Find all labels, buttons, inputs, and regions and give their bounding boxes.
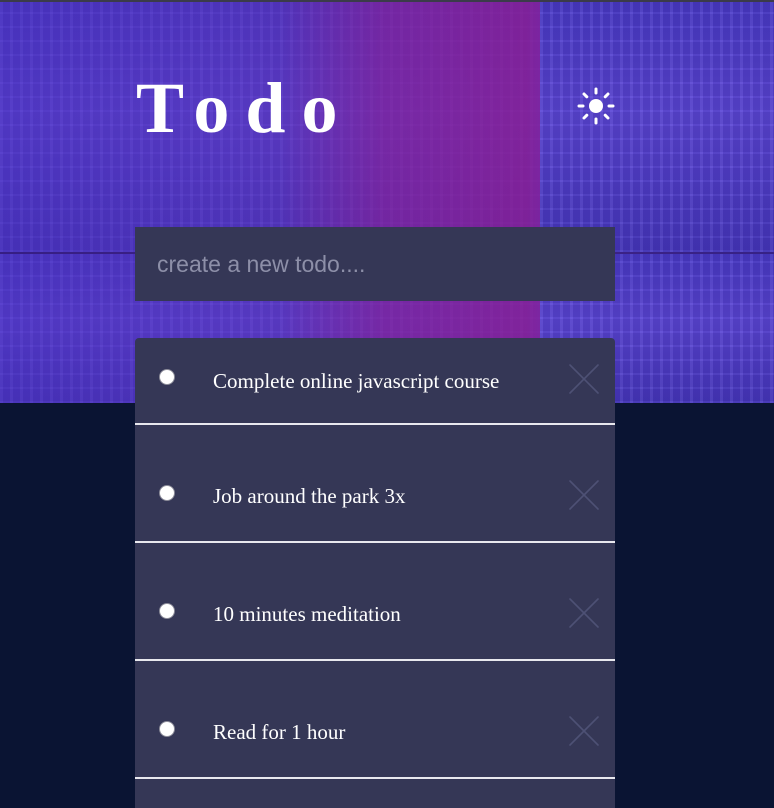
todo-item: Read for 1 hour	[135, 661, 615, 779]
todo-checkbox[interactable]	[159, 603, 175, 619]
new-todo-form	[135, 227, 615, 301]
delete-button[interactable]	[569, 716, 599, 746]
delete-button[interactable]	[569, 480, 599, 510]
delete-button[interactable]	[569, 598, 599, 628]
new-todo-input[interactable]	[135, 227, 615, 301]
todo-text[interactable]: Read for 1 hour	[213, 720, 345, 744]
delete-button[interactable]	[569, 364, 599, 394]
close-icon	[569, 364, 599, 394]
todo-text[interactable]: 10 minutes meditation	[213, 602, 401, 626]
todo-item: Complete online javascript course	[135, 338, 615, 425]
sun-icon	[577, 87, 615, 125]
close-icon	[569, 480, 599, 510]
todo-checkbox[interactable]	[159, 485, 175, 501]
background-tile	[540, 2, 774, 252]
todo-text[interactable]: Complete online javascript course	[213, 369, 499, 393]
theme-toggle-button[interactable]	[576, 86, 616, 126]
close-icon	[569, 716, 599, 746]
todo-item: 10 minutes meditation	[135, 543, 615, 661]
app-title: Todo	[136, 68, 354, 148]
todo-list: Complete online javascript course Job ar…	[135, 338, 615, 808]
todo-item: Job around the park 3x	[135, 425, 615, 543]
todo-text[interactable]: Job around the park 3x	[213, 484, 405, 508]
close-icon	[569, 598, 599, 628]
todo-checkbox[interactable]	[159, 721, 175, 737]
todo-checkbox[interactable]	[159, 369, 175, 385]
